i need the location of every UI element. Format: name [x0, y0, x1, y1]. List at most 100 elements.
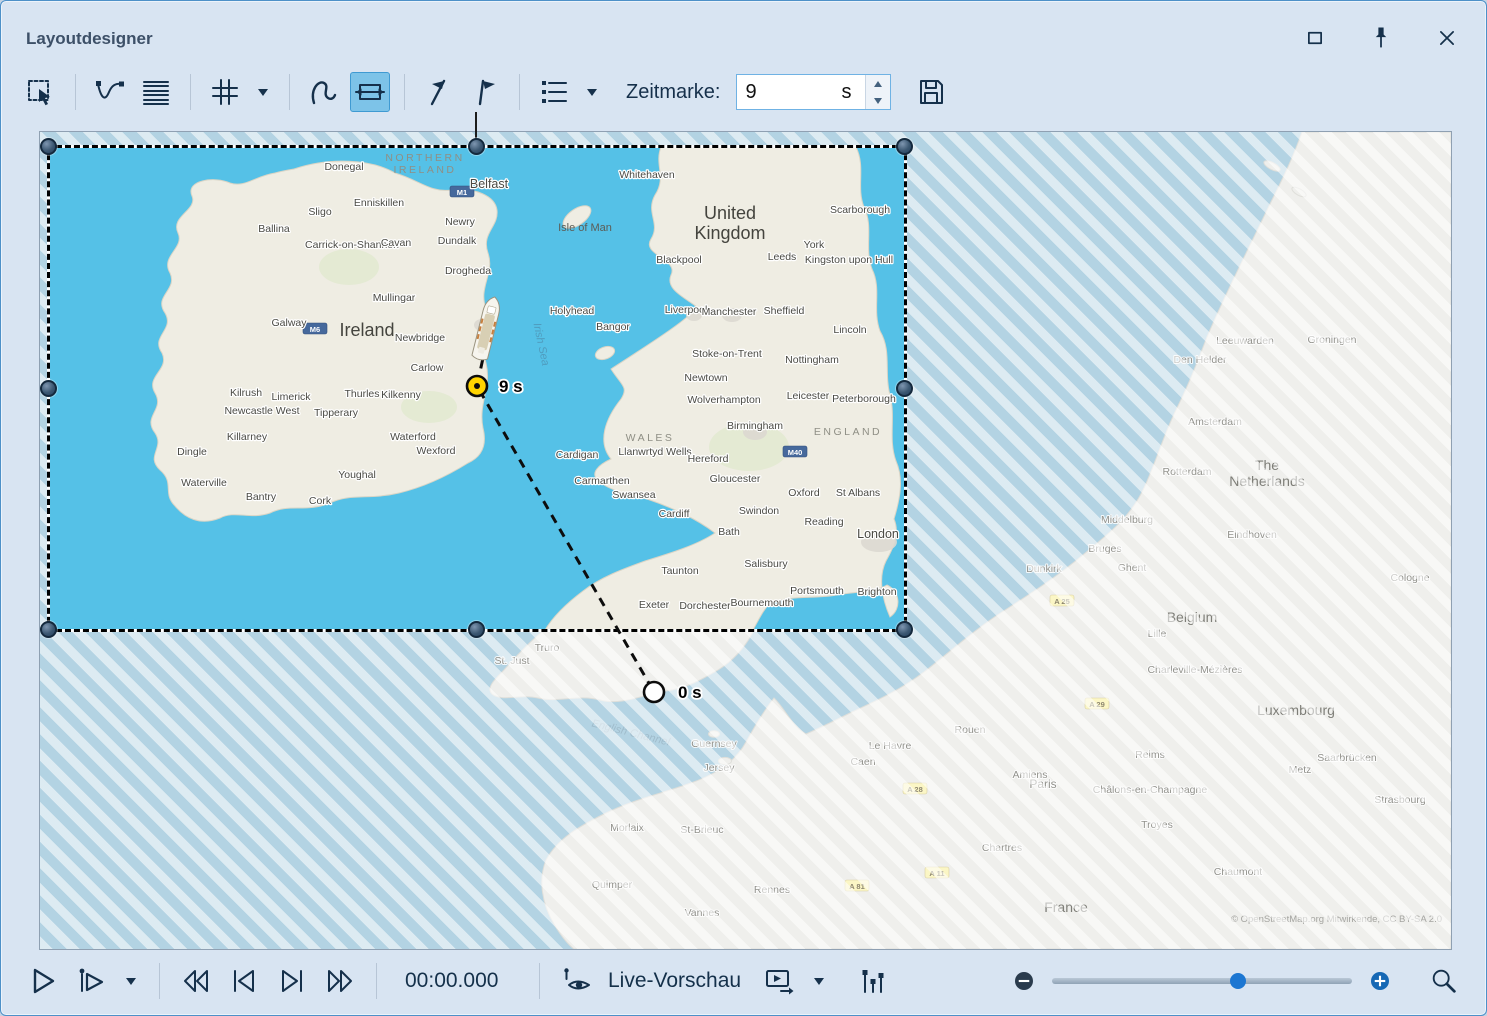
chevron-down-icon [258, 89, 268, 96]
svg-text:Leicester: Leicester [787, 390, 830, 402]
svg-text:Bantry: Bantry [246, 491, 277, 503]
svg-text:Cardiff: Cardiff [659, 508, 690, 520]
selection-handle-bottom-right[interactable] [896, 621, 913, 638]
svg-text:Hereford: Hereford [688, 453, 729, 465]
svg-text:Killarney: Killarney [227, 431, 268, 443]
svg-text:Donegal: Donegal [324, 161, 363, 173]
smooth-path-button[interactable] [304, 72, 344, 112]
svg-text:Wolverhampton: Wolverhampton [687, 394, 761, 406]
timemark-list-button[interactable] [534, 72, 574, 112]
layout-frame[interactable]: M1M6M40 BelfastDonegalSligoEnniskillenNe… [49, 147, 905, 630]
layoutdesigner-window: Layoutdesigner [0, 0, 1487, 1016]
svg-text:Kingdom: Kingdom [694, 223, 765, 243]
save-icon [915, 76, 947, 108]
zoom-controls [1010, 961, 1464, 1001]
svg-text:Limerick: Limerick [271, 391, 311, 403]
live-preview-button[interactable] [556, 961, 596, 1001]
live-preview-eye-icon [560, 965, 592, 997]
timemark-dropdown-button[interactable] [580, 72, 604, 112]
svg-text:Llanwrtyd Wells: Llanwrtyd Wells [618, 446, 691, 458]
keyframe-columns-icon [857, 965, 889, 997]
svg-text:Cork: Cork [309, 495, 332, 507]
grid-button[interactable] [205, 72, 245, 112]
transport-separator [159, 963, 160, 999]
play-dropdown-button[interactable] [119, 961, 143, 1001]
live-preview-label: Live-Vorschau [608, 969, 741, 993]
step-forward-button[interactable] [272, 961, 312, 1001]
selection-handle-top-right[interactable] [896, 138, 913, 155]
smooth-path-icon [308, 76, 340, 108]
keyframe-curve-button[interactable] [90, 72, 130, 112]
svg-text:London: London [857, 527, 899, 541]
spin-up-icon [874, 81, 882, 87]
zoom-in-button[interactable] [1366, 967, 1394, 995]
camera-frame-button[interactable] [350, 72, 390, 112]
zeitmarke-input[interactable] [737, 75, 841, 109]
select-tool-button[interactable] [21, 72, 61, 112]
layout-canvas[interactable]: A 25A 29A 28A 11A 81 LeeuwardenGroningen… [39, 131, 1452, 950]
svg-text:Leeds: Leeds [768, 251, 797, 263]
selection-handle-middle-right[interactable] [896, 380, 913, 397]
svg-text:M6: M6 [310, 325, 320, 334]
export-preview-button[interactable] [759, 961, 799, 1001]
svg-text:Belfast: Belfast [470, 177, 509, 191]
svg-text:Dorchester: Dorchester [679, 600, 731, 612]
svg-text:Galway: Galway [271, 317, 307, 329]
titlebar[interactable]: Layoutdesigner [1, 1, 1486, 63]
zeitmarke-label: Zeitmarke: [626, 81, 720, 104]
timemark-list-icon [538, 76, 570, 108]
camera-frame-icon [354, 76, 386, 108]
svg-text:Thurles: Thurles [344, 388, 379, 400]
selection-handle-top-center[interactable] [468, 138, 485, 155]
svg-text:Newry: Newry [445, 216, 476, 228]
svg-text:Exeter: Exeter [639, 599, 670, 611]
svg-text:Peterborough: Peterborough [832, 393, 896, 405]
skip-to-start-button[interactable] [176, 961, 216, 1001]
spin-down-button[interactable] [866, 92, 890, 109]
selection-handle-bottom-left[interactable] [40, 621, 57, 638]
step-back-button[interactable] [224, 961, 264, 1001]
svg-text:Waterford: Waterford [390, 431, 436, 443]
chevron-down-icon [126, 978, 136, 985]
zeitmarke-unit: s [841, 75, 865, 109]
svg-text:Oxford: Oxford [788, 487, 820, 499]
close-button[interactable] [1430, 23, 1464, 53]
svg-text:Gloucester: Gloucester [710, 473, 761, 485]
transport-separator [539, 963, 540, 999]
svg-text:Bath: Bath [718, 526, 740, 538]
maximize-button[interactable] [1298, 23, 1332, 53]
skip-to-end-button[interactable] [320, 961, 360, 1001]
svg-text:Brighton: Brighton [857, 586, 896, 598]
zoom-slider[interactable] [1052, 978, 1352, 984]
grid-dropdown-button[interactable] [251, 72, 275, 112]
selection-handle-bottom-center[interactable] [468, 621, 485, 638]
flag-end-button[interactable] [465, 72, 505, 112]
keyframe-columns-button[interactable] [853, 961, 893, 1001]
save-button[interactable] [911, 72, 951, 112]
play-button[interactable] [23, 961, 63, 1001]
track-list-button[interactable] [136, 72, 176, 112]
svg-text:Portsmouth: Portsmouth [790, 585, 844, 597]
svg-text:Bournemouth: Bournemouth [730, 597, 793, 609]
pin-button[interactable] [1364, 23, 1398, 53]
svg-text:Mullingar: Mullingar [373, 292, 416, 304]
zoom-slider-thumb[interactable] [1230, 973, 1246, 989]
toolbar-separator [519, 74, 520, 110]
play-from-marker-button[interactable] [71, 961, 111, 1001]
zoom-out-icon [1012, 969, 1036, 993]
svg-text:Reading: Reading [804, 516, 843, 528]
zoom-out-button[interactable] [1010, 967, 1038, 995]
magnifier-button[interactable] [1424, 961, 1464, 1001]
transport-separator [376, 963, 377, 999]
spin-up-button[interactable] [866, 75, 890, 92]
selection-handle-middle-left[interactable] [40, 380, 57, 397]
selection-handle-top-left[interactable] [40, 138, 57, 155]
svg-text:Sligo: Sligo [308, 206, 332, 218]
svg-text:Ireland: Ireland [339, 320, 394, 340]
svg-text:Salisbury: Salisbury [744, 558, 788, 570]
toolbar-separator [404, 74, 405, 110]
flag-start-button[interactable] [419, 72, 459, 112]
svg-text:Whitehaven: Whitehaven [619, 169, 675, 181]
export-dropdown-button[interactable] [807, 961, 831, 1001]
svg-text:Kilkenny: Kilkenny [381, 389, 421, 401]
